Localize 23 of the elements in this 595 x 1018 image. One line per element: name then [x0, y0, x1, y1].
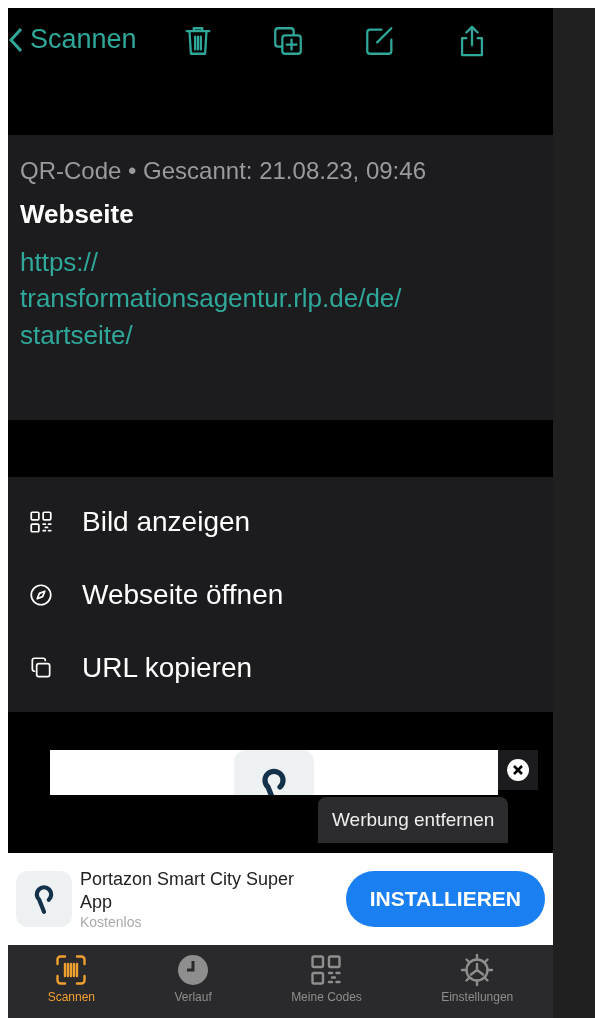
app-price: Kostenlos: [80, 914, 143, 931]
url-link[interactable]: https:// transformationsagentur.rlp.de/de/ startseite/: [20, 244, 541, 354]
tab[interactable]: Verlauf: [168, 951, 218, 1018]
gear-icon: [459, 952, 496, 988]
action-item[interactable]: Webseite öffnen: [8, 578, 553, 611]
tab[interactable]: Scannen: [41, 951, 102, 1018]
install-button[interactable]: INSTALLIEREN: [345, 871, 545, 927]
close-icon: [506, 758, 530, 782]
copy-icon: [28, 654, 54, 681]
action-item[interactable]: Bild anzeigen: [8, 505, 553, 538]
content-type: Webseite: [20, 199, 135, 230]
scan-meta: QR-Code • Gescannt: 21.08.23, 09:46: [20, 157, 427, 185]
chevron-left-icon: [8, 25, 24, 54]
action-item[interactable]: URL kopieren: [8, 651, 553, 684]
back-button[interactable]: Scannen: [8, 24, 137, 55]
qr-code-icon: [28, 508, 54, 535]
pin-icon: [32, 883, 56, 915]
app-name: Portazon Smart City Super App: [80, 867, 296, 914]
tab[interactable]: Meine Codes: [285, 951, 368, 1018]
close-button[interactable]: [498, 750, 538, 790]
remove-ads-tooltip[interactable]: Werbung entfernen: [318, 797, 509, 843]
compass-icon: [28, 581, 54, 608]
tab[interactable]: Einstellungen: [435, 951, 520, 1018]
